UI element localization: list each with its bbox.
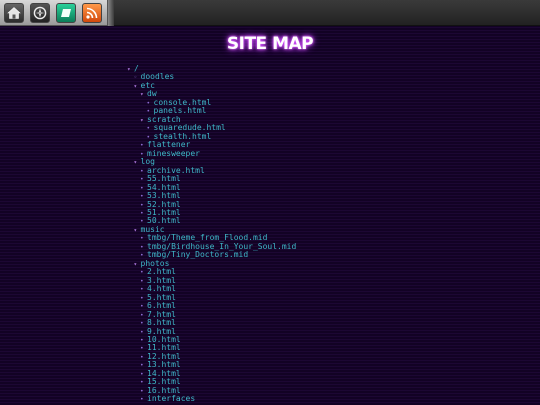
expanded-bullet-icon: ▾ [140, 91, 144, 99]
file-bullet-icon: • [140, 396, 144, 404]
rss-icon [85, 6, 99, 20]
tree-item-label[interactable]: / [134, 64, 139, 73]
toolbar [0, 0, 114, 26]
tree-item[interactable]: • interfaces [0, 394, 296, 404]
tree-item[interactable]: ▾ dw [0, 90, 296, 99]
expanded-bullet-icon: ▾ [140, 116, 144, 124]
site-map-tree: ▾ / ◦ doodles ▾ etc ▾ dw • console.html • panels.ht… [0, 64, 296, 404]
tag-icon [59, 6, 73, 20]
tree-item-label[interactable]: interfaces [147, 394, 195, 403]
expanded-bullet-icon: ▾ [127, 66, 131, 73]
tree-item[interactable]: • squaredude.html [0, 124, 296, 133]
tag-button[interactable] [56, 3, 76, 23]
tree-item[interactable]: • console.html [0, 98, 296, 107]
home-button[interactable] [4, 3, 24, 23]
page-title: SITE MAP [226, 34, 314, 54]
home-icon [7, 6, 21, 20]
compass-icon [33, 6, 47, 20]
tree-item[interactable]: ▾ scratch [0, 115, 296, 124]
navigate-button[interactable] [30, 3, 50, 23]
rss-button[interactable] [82, 3, 102, 23]
